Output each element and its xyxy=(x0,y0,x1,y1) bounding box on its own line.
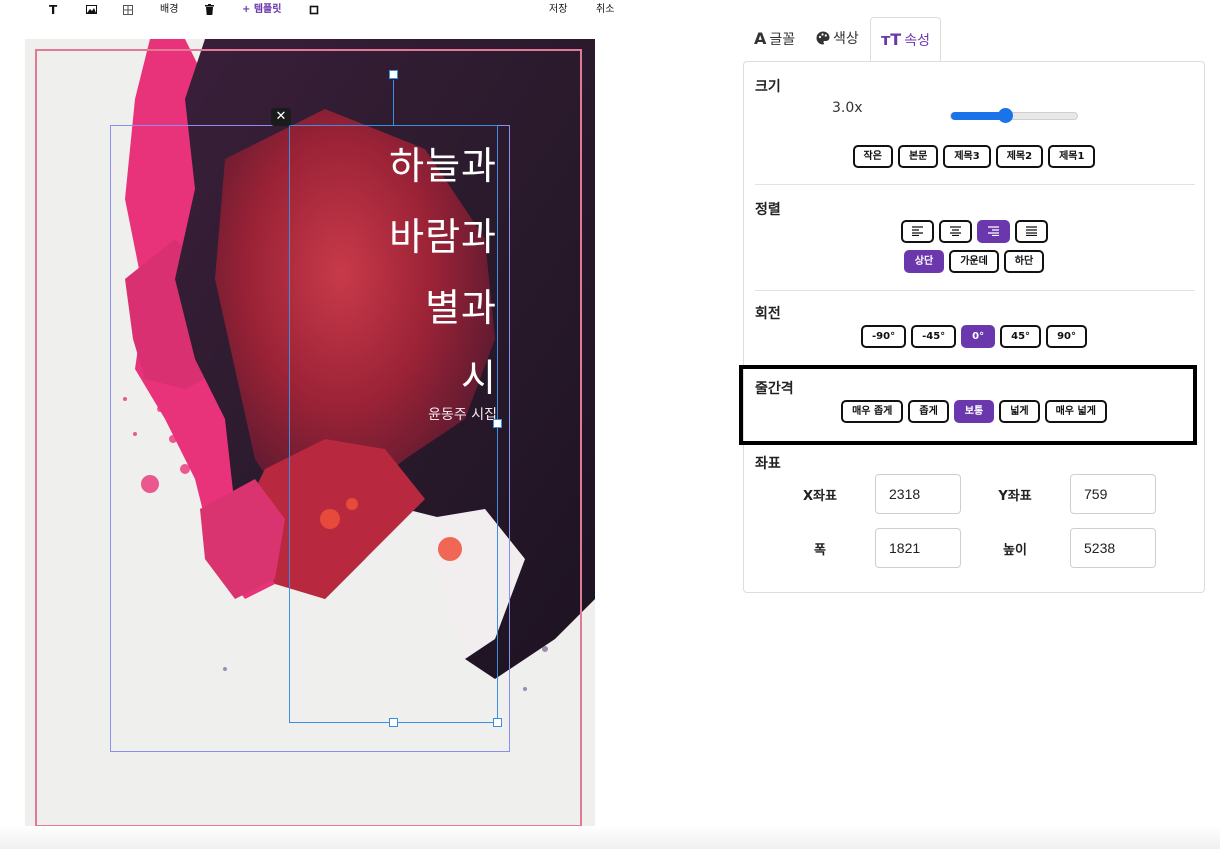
slider-thumb[interactable] xyxy=(998,108,1014,123)
height-input[interactable] xyxy=(1070,528,1156,568)
align-center-button[interactable] xyxy=(938,220,972,243)
grid-tool-button[interactable] xyxy=(123,5,133,15)
x-label: X좌표 xyxy=(803,489,837,504)
trash-icon xyxy=(205,4,214,15)
resize-handle-corner[interactable] xyxy=(493,718,502,727)
size-preset-h2[interactable]: 제목2 xyxy=(995,145,1044,168)
top-toolbar: T 배경 + 템플릿 저장 취소 xyxy=(0,0,640,22)
rotate-minus90-button[interactable]: -90° xyxy=(861,325,907,348)
align-left-button[interactable] xyxy=(900,220,934,243)
text-selection-box[interactable] xyxy=(289,125,498,723)
rotate-90-button[interactable]: 90° xyxy=(1046,325,1087,348)
align-justify-button[interactable] xyxy=(1014,220,1048,243)
rotate-handle[interactable] xyxy=(389,70,398,79)
size-presets: 작은 본문 제목3 제목2 제목1 xyxy=(744,145,1204,168)
slider-fill xyxy=(951,112,1006,120)
close-icon: ✕ xyxy=(275,109,287,124)
background-button[interactable]: 배경 xyxy=(160,3,178,17)
rotate-minus45-button[interactable]: -45° xyxy=(911,325,957,348)
text-icon: T xyxy=(49,3,58,17)
image-icon xyxy=(86,5,97,14)
rotation-buttons: -90° -45° 0° 45° 90° xyxy=(744,325,1204,348)
rotation-title: 회전 xyxy=(755,306,781,322)
width-input[interactable] xyxy=(875,528,961,568)
x-input[interactable] xyxy=(875,474,961,514)
size-preset-h1[interactable]: 제목1 xyxy=(1048,145,1096,168)
bottom-shadow xyxy=(0,826,1220,849)
size-value: 3.0x xyxy=(832,100,863,116)
divider xyxy=(755,290,1195,291)
image-tool-button[interactable] xyxy=(86,5,97,14)
save-button[interactable]: 저장 xyxy=(549,3,567,17)
size-title: 크기 xyxy=(755,79,781,95)
cancel-button[interactable]: 취소 xyxy=(596,3,614,17)
divider xyxy=(755,184,1195,185)
horizontal-align-buttons xyxy=(744,220,1204,243)
valign-middle-button[interactable]: 가운데 xyxy=(949,250,999,273)
height-label: 높이 xyxy=(1003,543,1027,558)
align-title: 정렬 xyxy=(755,202,781,218)
delete-element-button[interactable]: ✕ xyxy=(271,108,291,126)
rotate-45-button[interactable]: 45° xyxy=(1000,325,1042,348)
resize-handle-right[interactable] xyxy=(493,419,502,428)
align-justify-icon xyxy=(1025,226,1037,237)
align-right-icon xyxy=(987,226,999,237)
size-preset-h3[interactable]: 제목3 xyxy=(943,145,991,168)
align-center-icon xyxy=(949,226,961,237)
align-right-button[interactable] xyxy=(976,220,1010,243)
tab-properties[interactable]: ᴛT 속성 xyxy=(870,17,941,62)
frame-tool-button[interactable] xyxy=(309,5,319,15)
properties-panel: 크기 3.0x 작은 본문 제목3 제목2 제목1 정렬 상단 가운데 하단 회… xyxy=(743,61,1205,593)
size-preset-small[interactable]: 작은 xyxy=(852,145,893,168)
align-left-icon xyxy=(911,226,923,237)
size-preset-body[interactable]: 본문 xyxy=(897,145,939,168)
y-input[interactable] xyxy=(1070,474,1156,514)
valign-top-button[interactable]: 상단 xyxy=(903,250,945,273)
rotation-line xyxy=(393,80,394,126)
delete-button[interactable] xyxy=(205,4,214,15)
poster-canvas[interactable]: 하늘과 바람과 별과 시 윤동주 시집 ✕ xyxy=(25,39,595,838)
tab-font[interactable]: A 글꼴 xyxy=(744,17,805,62)
vertical-align-buttons: 상단 가운데 하단 xyxy=(744,250,1204,273)
coords-title: 좌표 xyxy=(755,456,781,472)
frame-icon xyxy=(309,5,319,15)
resize-handle-bottom[interactable] xyxy=(389,718,398,727)
width-label: 폭 xyxy=(814,543,826,558)
line-spacing-highlight xyxy=(739,365,1197,445)
rotate-0-button[interactable]: 0° xyxy=(961,325,996,348)
tab-color[interactable]: 색상 xyxy=(806,17,869,62)
text-tool-button[interactable]: T xyxy=(49,3,57,17)
grid-icon xyxy=(123,5,133,15)
valign-bottom-button[interactable]: 하단 xyxy=(1003,250,1045,273)
size-slider[interactable] xyxy=(950,108,1078,123)
text-size-icon: ᴛT xyxy=(881,30,902,49)
y-label: Y좌표 xyxy=(998,489,1032,504)
template-button[interactable]: + 템플릿 xyxy=(242,3,281,17)
palette-icon xyxy=(816,31,830,45)
font-icon: A xyxy=(754,29,767,48)
